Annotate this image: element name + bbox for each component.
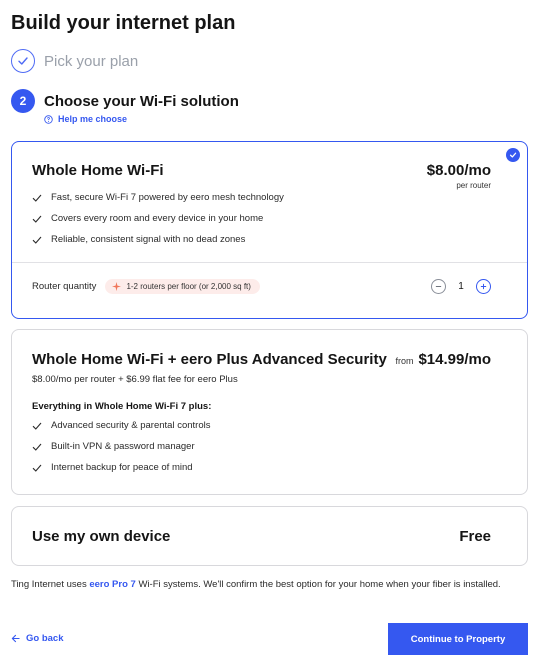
feature-text: Fast, secure Wi-Fi 7 powered by eero mes… [51,192,284,203]
feature-item: Fast, secure Wi-Fi 7 powered by eero mes… [32,187,284,208]
arrow-left-icon [11,634,20,643]
plan-card-whole-home-wifi[interactable]: Whole Home Wi-Fi $8.00/mo per router Fas… [11,141,528,319]
check-icon [32,464,42,472]
plan-price: Free [459,528,491,545]
go-back-label: Go back [26,633,64,644]
plan-price-wrapper: from $14.99/mo [395,351,491,368]
plan-price: $14.99/mo [418,351,491,368]
quantity-label: Router quantity [32,281,97,292]
plan-price: $8.00/mo [426,162,491,179]
minus-icon [435,286,442,287]
step-label: Pick your plan [44,52,139,70]
page-title: Build your internet plan [11,12,236,34]
step-complete-check-icon [11,49,35,73]
plan-name: Use my own device [32,528,171,545]
plan-subtitle: $8.00/mo per router + $6.99 flat fee for… [32,374,238,385]
quantity-stepper: 1 [431,279,491,294]
feature-item: Reliable, consistent signal with no dead… [32,229,284,250]
router-quantity-row: Router quantity 1-2 routers per floor (o… [32,279,491,294]
decrease-quantity-button[interactable] [431,279,446,294]
go-back-link[interactable]: Go back [11,633,64,644]
feature-list: Fast, secure Wi-Fi 7 powered by eero mes… [32,187,284,250]
check-icon [32,236,42,244]
eero-pro-7-link[interactable]: eero Pro 7 [89,579,135,590]
plan-name: Whole Home Wi-Fi + eero Plus Advanced Se… [32,351,387,368]
step-number-badge: 2 [11,89,35,113]
footer-note-text: Wi-Fi systems. We'll confirm the best op… [135,579,501,590]
feature-list: Advanced security & parental controls Bu… [32,415,210,478]
help-me-choose-link[interactable]: Help me choose [44,114,127,124]
selected-check-icon [506,148,520,162]
help-link-label: Help me choose [58,114,128,124]
feature-text: Internet backup for peace of mind [51,462,193,473]
check-icon [32,422,42,430]
plan-card-own-device[interactable]: Use my own device Free [11,506,528,566]
quantity-value: 1 [458,281,464,292]
feature-item: Built-in VPN & password manager [32,436,210,457]
features-heading: Everything in Whole Home Wi-Fi 7 plus: [32,401,212,412]
feature-text: Reliable, consistent signal with no dead… [51,234,246,245]
plus-icon [480,283,487,290]
continue-to-property-button[interactable]: Continue to Property [388,623,528,655]
increase-quantity-button[interactable] [476,279,491,294]
check-icon [32,215,42,223]
price-prefix: from [395,356,414,366]
sparkle-icon [112,282,122,291]
quantity-hint-text: 1-2 routers per floor (or 2,000 sq ft) [126,282,251,291]
step-pick-plan[interactable]: Pick your plan [11,49,138,73]
feature-text: Advanced security & parental controls [51,420,211,431]
question-circle-icon [44,114,53,124]
footer-note: Ting Internet uses eero Pro 7 Wi-Fi syst… [11,576,511,593]
card-divider [12,262,527,263]
feature-item: Covers every room and every device in yo… [32,208,284,229]
feature-item: Internet backup for peace of mind [32,457,210,478]
step-label: Choose your Wi-Fi solution [44,92,239,110]
feature-text: Covers every room and every device in yo… [51,213,264,224]
feature-text: Built-in VPN & password manager [51,441,195,452]
plan-name: Whole Home Wi-Fi [32,162,164,179]
check-icon [32,194,42,202]
feature-item: Advanced security & parental controls [32,415,210,436]
check-icon [32,443,42,451]
footer-note-text: Ting Internet uses [11,579,90,590]
plan-price-unit: per router [456,181,491,190]
step-choose-wifi: 2 Choose your Wi-Fi solution [11,89,239,113]
plan-card-eero-plus[interactable]: Whole Home Wi-Fi + eero Plus Advanced Se… [11,329,528,495]
quantity-hint-badge: 1-2 routers per floor (or 2,000 sq ft) [105,279,260,294]
